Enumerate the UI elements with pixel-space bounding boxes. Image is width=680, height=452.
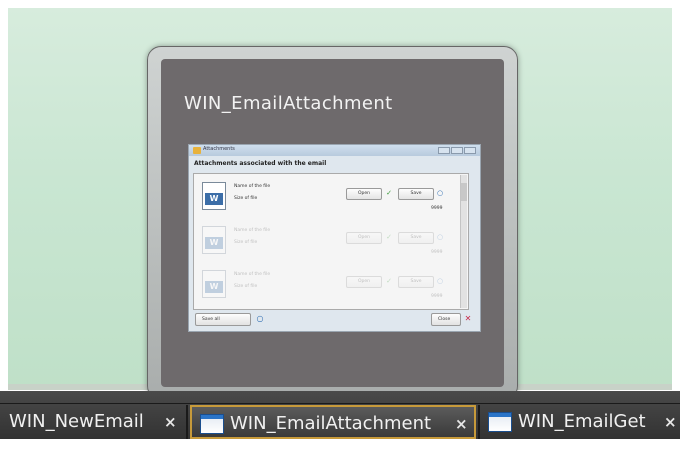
mini-titlebar: Attachments <box>189 145 480 156</box>
taskbar: WIN_NewEmail × WIN_EmailAttachment × WIN… <box>0 391 680 452</box>
open-button: Open <box>346 276 382 288</box>
close-icon[interactable]: × <box>664 405 677 439</box>
taskbar-tab-newemail[interactable]: WIN_NewEmail × <box>0 405 186 439</box>
attachments-list: W Name of the file Size of file Open ✓ S… <box>193 173 469 310</box>
thumbnail-panel: WIN_EmailAttachment Attachments Attachme… <box>161 59 504 387</box>
file-size-label: Size of file <box>234 284 258 289</box>
save-button: Save <box>398 188 434 200</box>
window-icon <box>488 412 512 432</box>
list-item: W Name of the file Size of file Open ✓ S… <box>194 176 462 220</box>
save-all-button: Save all <box>195 313 251 326</box>
magnifier-icon: ○ <box>436 233 444 241</box>
scrollbar <box>460 175 467 308</box>
magnifier-icon: ○ <box>256 314 264 323</box>
open-button: Open <box>346 232 382 244</box>
close-icon[interactable]: × <box>455 407 468 441</box>
thumbnail-window: Attachments Attachments associated with … <box>188 144 481 332</box>
file-name-label: Name of the file <box>234 184 271 189</box>
checkmark-icon: ✓ <box>386 277 392 285</box>
close-icon: ✕ <box>464 314 472 323</box>
app-icon <box>193 147 201 154</box>
attachments-header: Attachments associated with the email <box>194 160 327 167</box>
taskbar-bottom <box>0 439 680 452</box>
taskbar-divider <box>0 403 680 404</box>
word-document-icon: W <box>202 226 226 254</box>
checkmark-icon: ✓ <box>386 233 392 241</box>
minimize-icon <box>438 147 450 154</box>
magnifier-icon: ○ <box>436 277 444 285</box>
scrollbar-thumb <box>461 183 467 201</box>
list-item: W Name of the file Size of file Open ✓ S… <box>194 264 462 308</box>
word-document-icon: W <box>202 270 226 298</box>
tab-separator <box>478 405 480 439</box>
taskbar-tab-emailattachment[interactable]: WIN_EmailAttachment × <box>190 405 476 439</box>
taskbar-tab-emailget[interactable]: WIN_EmailGet × <box>482 405 680 439</box>
tab-label: WIN_EmailGet <box>518 411 646 432</box>
file-name-label: Name of the file <box>234 228 271 233</box>
window-icon <box>200 414 224 434</box>
tab-separator <box>186 405 188 439</box>
open-button: Open <box>346 188 382 200</box>
list-item: W Name of the file Size of file Open ✓ S… <box>194 220 462 264</box>
file-size-value: 9999 <box>431 250 443 255</box>
mini-window-title: Attachments <box>203 146 235 152</box>
file-size-label: Size of file <box>234 240 258 245</box>
close-icon[interactable]: × <box>164 405 177 439</box>
magnifier-icon: ○ <box>436 189 444 197</box>
save-button: Save <box>398 276 434 288</box>
close-button: Close <box>431 313 461 326</box>
maximize-icon <box>451 147 463 154</box>
tab-label: WIN_NewEmail <box>9 411 144 432</box>
file-name-label: Name of the file <box>234 272 271 277</box>
tab-label: WIN_EmailAttachment <box>230 413 432 434</box>
close-icon <box>464 147 476 154</box>
checkmark-icon: ✓ <box>386 189 392 197</box>
file-size-value: 9999 <box>431 206 443 211</box>
word-document-icon: W <box>202 182 226 210</box>
file-size-value: 9999 <box>431 294 443 299</box>
save-button: Save <box>398 232 434 244</box>
file-size-label: Size of file <box>234 196 258 201</box>
window-thumbnail-preview[interactable]: WIN_EmailAttachment Attachments Attachme… <box>147 46 518 400</box>
thumbnail-title: WIN_EmailAttachment <box>184 93 393 114</box>
